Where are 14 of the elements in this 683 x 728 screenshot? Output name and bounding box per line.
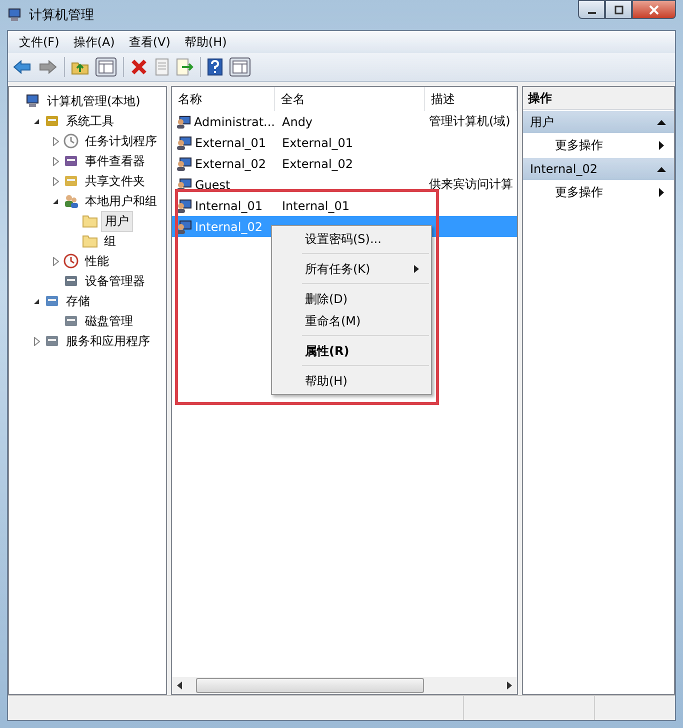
table-cell: External_01 (282, 136, 354, 150)
pane-title: 操作 (523, 87, 674, 110)
table-cell: Andy (282, 114, 313, 128)
user-name: Guest (195, 178, 230, 192)
user-name: External_01 (195, 136, 266, 150)
user-name: Administrat... (194, 114, 275, 128)
table-cell: 供来宾访问计算 (429, 176, 513, 193)
window-title: 计算机管理 (29, 7, 94, 24)
user-name: External_02 (195, 156, 266, 170)
table-cell: External_02 (282, 156, 354, 170)
table-cell: 管理计算机(域) (429, 113, 510, 130)
user-name: Internal_01 (195, 198, 263, 212)
user-name: Internal_02 (195, 220, 263, 234)
table-cell: Internal_01 (282, 198, 350, 212)
